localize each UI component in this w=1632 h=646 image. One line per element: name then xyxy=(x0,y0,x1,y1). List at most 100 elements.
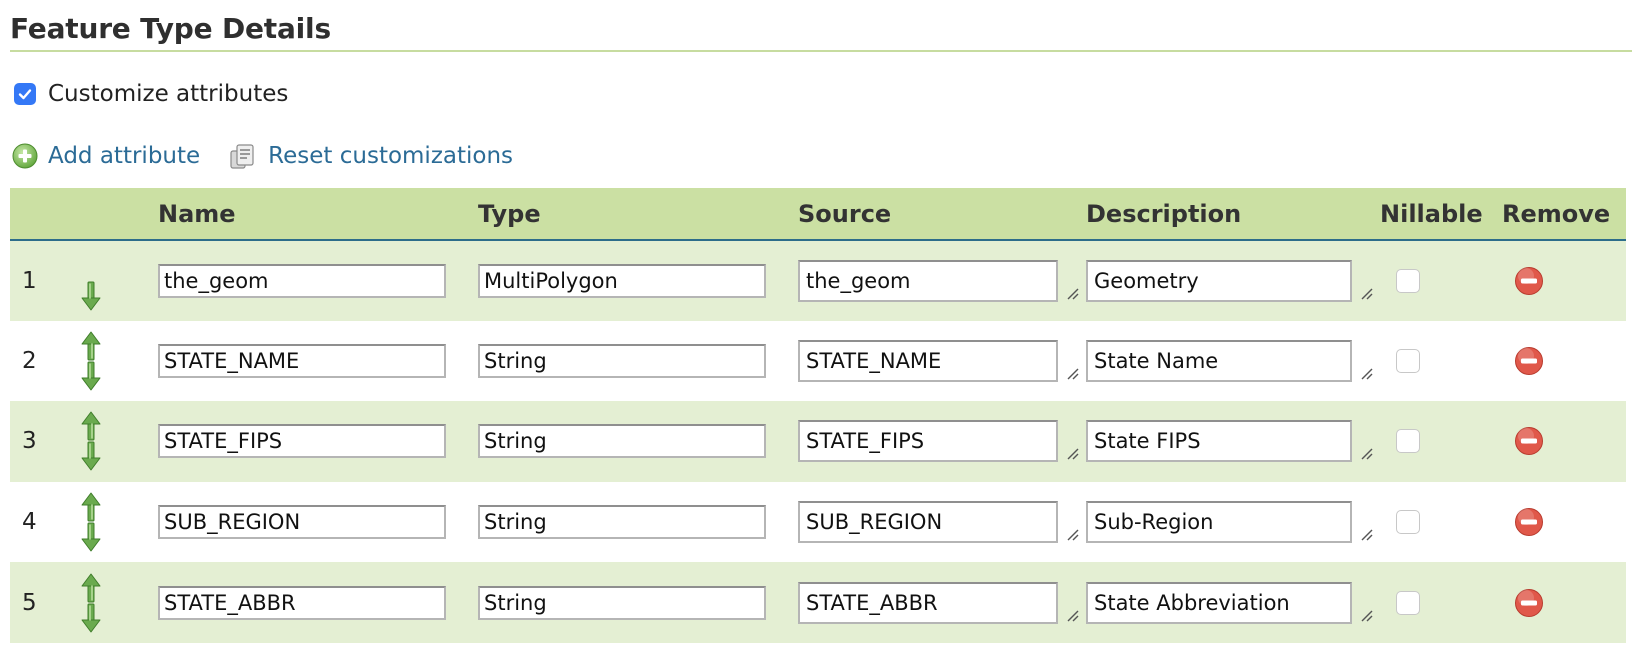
row-index: 4 xyxy=(22,509,37,536)
remove-minus-circle-icon[interactable] xyxy=(1514,346,1544,376)
remove-minus-circle-icon[interactable] xyxy=(1514,588,1544,618)
arrow-down-icon[interactable] xyxy=(80,361,102,391)
resize-grip-icon[interactable] xyxy=(1359,286,1373,300)
resize-grip-icon[interactable] xyxy=(1359,527,1373,541)
resize-grip-icon[interactable] xyxy=(1065,527,1079,541)
attribute-name-input[interactable] xyxy=(158,505,446,540)
row-index: 2 xyxy=(22,347,37,374)
resize-grip-icon[interactable] xyxy=(1065,608,1079,622)
table-row: 5 STATE_ABBR State Abbreviation xyxy=(10,562,1626,643)
row-move-controls xyxy=(68,240,153,321)
plus-circle-icon xyxy=(12,143,38,169)
remove-cell xyxy=(1497,562,1626,643)
resize-grip-icon[interactable] xyxy=(1065,366,1079,380)
nillable-checkbox[interactable] xyxy=(1396,510,1420,535)
nillable-checkbox[interactable] xyxy=(1396,429,1420,454)
arrow-down-icon[interactable] xyxy=(80,522,102,552)
attribute-source-textarea[interactable]: SUB_REGION xyxy=(798,501,1058,544)
source-cell: the_geom xyxy=(793,240,1081,321)
remove-cell xyxy=(1497,401,1626,482)
arrow-up-icon[interactable] xyxy=(80,331,102,361)
header-move xyxy=(68,188,153,241)
attribute-description-textarea[interactable]: Sub-Region xyxy=(1086,501,1352,544)
attribute-type-input[interactable] xyxy=(478,424,766,459)
description-textarea-wrap: State Abbreviation xyxy=(1086,581,1375,624)
remove-minus-circle-icon[interactable] xyxy=(1514,507,1544,537)
table-row: 1 the_geom Geometry xyxy=(10,240,1626,321)
reset-customizations-link[interactable]: Reset customizations xyxy=(228,141,513,171)
description-cell: Sub-Region xyxy=(1081,482,1375,563)
attribute-name-input[interactable] xyxy=(158,263,446,298)
description-textarea-wrap: Sub-Region xyxy=(1086,501,1375,544)
arrow-down-icon[interactable] xyxy=(80,441,102,471)
attribute-name-input[interactable] xyxy=(158,424,446,459)
attribute-name-input[interactable] xyxy=(158,343,446,378)
table-header-row: Name Type Source Description Nillable Re… xyxy=(10,188,1626,241)
resize-grip-icon[interactable] xyxy=(1065,446,1079,460)
attribute-source-textarea[interactable]: STATE_NAME xyxy=(798,339,1058,382)
nillable-checkbox[interactable] xyxy=(1396,590,1420,615)
attribute-type-input[interactable] xyxy=(478,343,766,378)
attribute-source-textarea[interactable]: STATE_ABBR xyxy=(798,581,1058,624)
feature-type-details-panel: Feature Type Details Customize attribute… xyxy=(0,0,1632,646)
nillable-cell xyxy=(1375,240,1497,321)
attribute-source-textarea[interactable]: STATE_FIPS xyxy=(798,420,1058,463)
arrow-up-icon[interactable] xyxy=(80,411,102,441)
source-cell: SUB_REGION xyxy=(793,482,1081,563)
header-remove: Remove xyxy=(1497,188,1626,241)
attribute-source-textarea[interactable]: the_geom xyxy=(798,259,1058,302)
type-cell xyxy=(473,401,793,482)
source-textarea-wrap: the_geom xyxy=(798,259,1081,302)
nillable-checkbox[interactable] xyxy=(1396,348,1420,373)
type-cell xyxy=(473,321,793,402)
header-type: Type xyxy=(473,188,793,241)
resize-grip-icon[interactable] xyxy=(1065,286,1079,300)
row-move-controls xyxy=(68,321,153,402)
resize-grip-icon[interactable] xyxy=(1359,608,1373,622)
name-cell xyxy=(153,401,473,482)
source-cell: STATE_ABBR xyxy=(793,562,1081,643)
resize-grip-icon[interactable] xyxy=(1359,366,1373,380)
remove-minus-circle-icon[interactable] xyxy=(1514,266,1544,296)
customize-attributes-row: Customize attributes xyxy=(14,80,288,108)
source-textarea-wrap: STATE_ABBR xyxy=(798,581,1081,624)
nillable-cell xyxy=(1375,562,1497,643)
customize-attributes-checkbox[interactable] xyxy=(14,83,36,105)
source-textarea-wrap: SUB_REGION xyxy=(798,501,1081,544)
attribute-actions: Add attribute Reset customizations xyxy=(12,140,513,172)
nillable-cell xyxy=(1375,321,1497,402)
table-row: 4 SUB_REGION Sub-Region xyxy=(10,481,1626,563)
arrow-down-icon[interactable] xyxy=(80,603,102,633)
arrow-up-icon[interactable] xyxy=(80,492,102,522)
table-row: 3 STATE_FIPS State FIPS xyxy=(10,401,1626,482)
resize-grip-icon[interactable] xyxy=(1359,446,1373,460)
attribute-description-textarea[interactable]: State FIPS xyxy=(1086,420,1352,463)
row-move-controls xyxy=(68,562,153,643)
name-cell xyxy=(153,562,473,643)
section-title: Feature Type Details xyxy=(10,12,331,45)
name-cell xyxy=(153,482,473,563)
remove-cell xyxy=(1497,240,1626,321)
attribute-name-input[interactable] xyxy=(158,585,446,620)
reset-customizations-label: Reset customizations xyxy=(268,143,514,169)
title-divider xyxy=(10,50,1632,52)
attributes-table-body: 1 the_geom Geometry 2 STATE_NAME State Name 3 S… xyxy=(10,240,1626,643)
attribute-description-textarea[interactable]: State Abbreviation xyxy=(1086,581,1352,624)
remove-minus-circle-icon[interactable] xyxy=(1514,426,1544,456)
attribute-description-textarea[interactable]: Geometry xyxy=(1086,259,1352,302)
customize-attributes-label: Customize attributes xyxy=(48,81,289,107)
attribute-type-input[interactable] xyxy=(478,263,766,298)
row-index: 3 xyxy=(22,428,37,455)
attribute-description-textarea[interactable]: State Name xyxy=(1086,339,1352,382)
name-cell xyxy=(153,321,473,402)
description-cell: State Abbreviation xyxy=(1081,562,1375,643)
remove-cell xyxy=(1497,482,1626,563)
attribute-type-input[interactable] xyxy=(478,585,766,620)
arrow-up-icon[interactable] xyxy=(80,573,102,603)
arrow-down-icon[interactable] xyxy=(80,281,102,311)
row-move-controls xyxy=(68,482,153,563)
add-attribute-link[interactable]: Add attribute xyxy=(12,143,200,169)
row-move-controls xyxy=(68,401,153,482)
nillable-checkbox[interactable] xyxy=(1396,268,1420,293)
attribute-type-input[interactable] xyxy=(478,505,766,540)
